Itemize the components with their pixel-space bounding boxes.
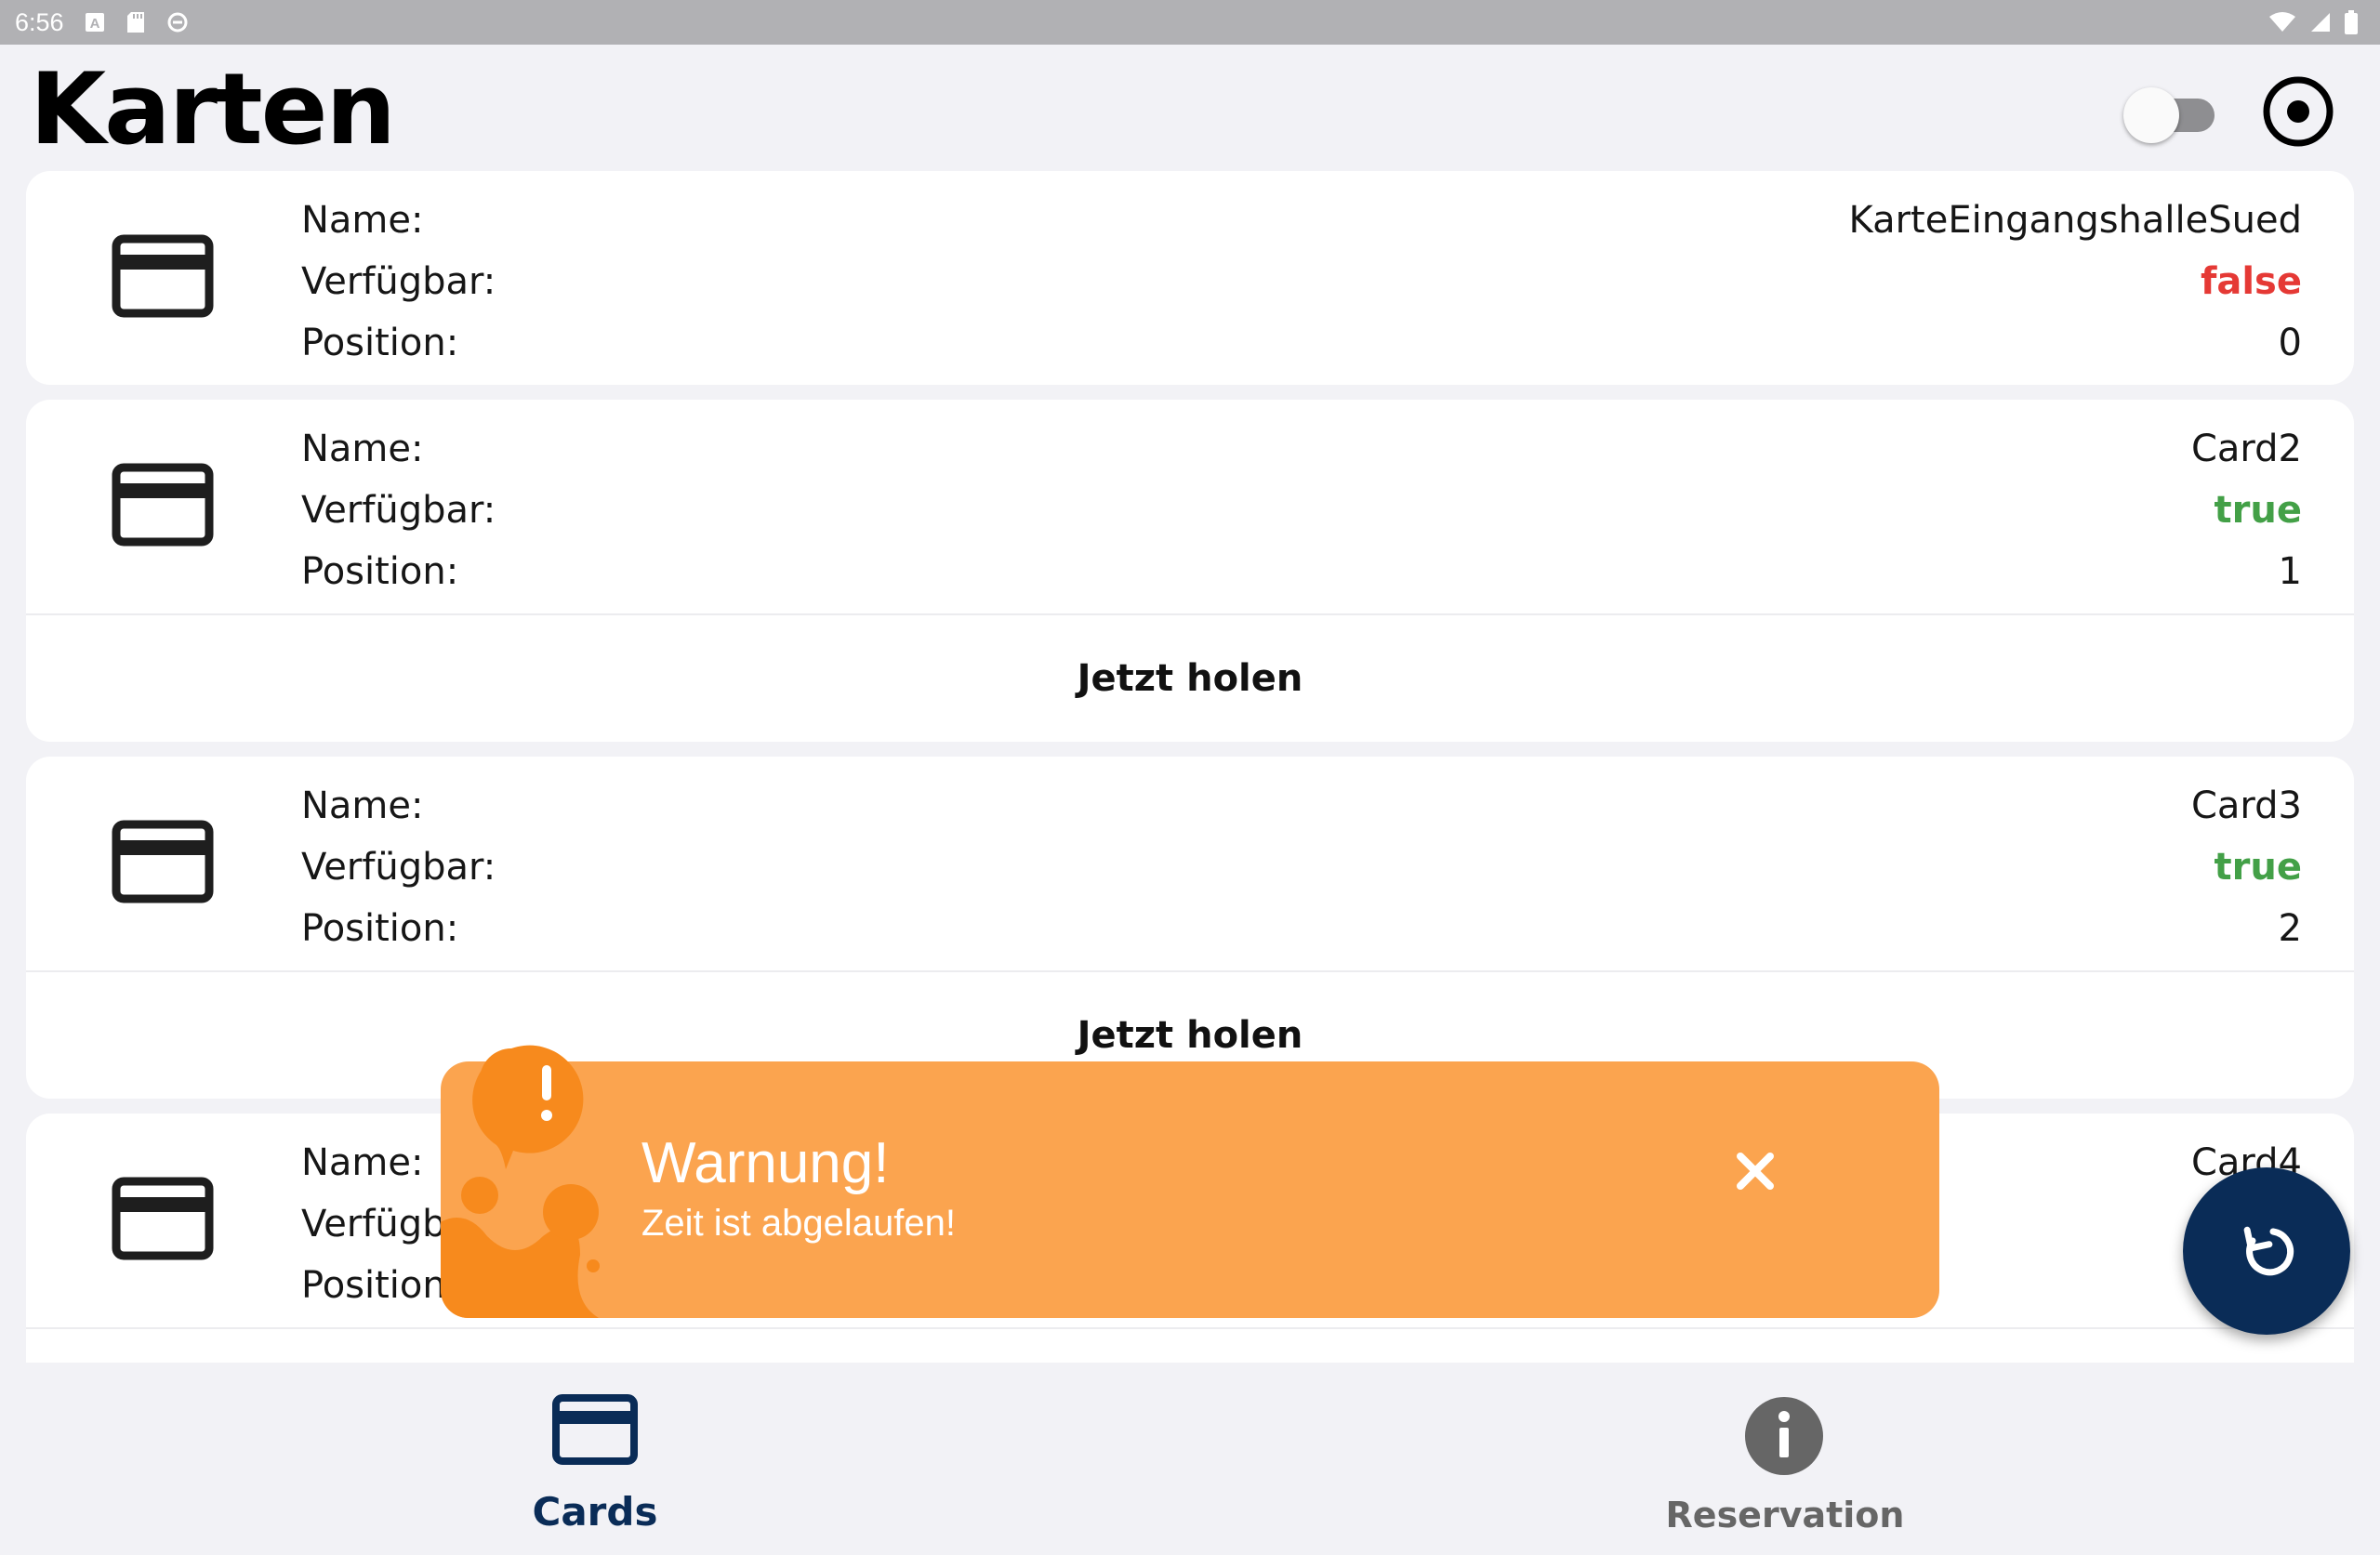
wifi-icon [2269,12,2295,32]
card-available-value: true [2214,846,2302,889]
card-available-value: true [2214,489,2302,532]
card-position-value: 1 [2278,550,2302,593]
card-info: Name: Card3 Verfügbar: true Position: 2 [26,757,2354,970]
status-bar-left: 6:56 A [15,8,189,37]
available-label: Verfügbar: [301,260,496,303]
app-screen: 6:56 A Karten Name: KarteEingangshalleSu… [0,0,2380,1555]
card-name-row: Name: KarteEingangshalleSued [301,190,2302,251]
card-position-row: Position: 2 [301,898,2302,959]
name-label: Name: [301,199,424,242]
warning-bubble-icon [441,1045,600,1318]
card-available-value: false [2200,260,2302,303]
card-available-row: Verfügbar: false [301,251,2302,312]
toast-message: Zeit ist abgelaufen! [641,1203,956,1244]
credit-card-icon [552,1394,638,1465]
card-name-row: Name: Card2 [301,418,2302,480]
toggle-knob [2123,87,2179,143]
position-label: Position: [301,550,459,593]
position-label: Position: [301,907,459,950]
credit-card-icon [112,820,214,903]
nav-tab-cards[interactable]: Cards [0,1363,1190,1555]
card-position-row: Position: 0 [301,312,2302,374]
sd-card-icon [126,12,144,33]
available-label: Verfügbar: [301,846,496,889]
page-title: Karten [30,52,396,166]
card-position-value: 0 [2278,322,2302,364]
close-icon[interactable] [1727,1143,1783,1199]
warning-toast: Warnung! Zeit ist abgelaufen! [441,1045,1939,1318]
name-label: Name: [301,428,424,470]
battery-icon [2345,10,2358,34]
card-item: Name: Card2 Verfügbar: true Position: 1 … [26,400,2354,742]
card-position-value: 2 [2278,907,2302,950]
keyboard-notification-icon: A [85,13,104,32]
card-item: Name: Card3 Verfügbar: true Position: 2 … [26,757,2354,1099]
card-available-row: Verfügbar: true [301,480,2302,541]
card-info: Name: Card2 Verfügbar: true Position: 1 [26,400,2354,613]
card-divider [26,1327,2354,1329]
get-now-button[interactable]: Jetzt holen [26,615,2354,742]
refresh-icon [2243,1226,2294,1276]
bottom-navigation: Cards Reservation [0,1363,2380,1555]
available-label: Verfügbar: [301,489,496,532]
card-name-value: Card3 [2190,784,2302,827]
nav-label-cards: Cards [532,1489,658,1535]
status-time: 6:56 [15,7,64,36]
position-label: Position: [301,322,459,364]
signal-icon [2311,13,2330,32]
card-name-value: Card2 [2190,428,2302,470]
app-header: Karten [0,45,2380,171]
credit-card-icon [112,1177,214,1260]
info-icon [1745,1397,1823,1475]
card-position-row: Position: 1 [301,541,2302,602]
credit-card-icon [112,234,214,318]
name-label: Name: [301,784,424,827]
position-label: Position: [301,1264,459,1307]
data-saver-icon [167,12,188,33]
credit-card-icon [112,463,214,547]
refresh-button[interactable] [2183,1167,2350,1335]
card-name-value: KarteEingangshalleSued [1848,199,2302,242]
nav-tab-reservation[interactable]: Reservation [1190,1363,2380,1555]
status-bar: 6:56 A [0,0,2380,45]
name-label: Name: [301,1141,424,1184]
card-available-row: Verfügbar: true [301,837,2302,898]
nav-label-reservation: Reservation [1665,1495,1905,1535]
header-toggle-switch[interactable] [2123,82,2231,147]
card-info: Name: KarteEingangshalleSued Verfügbar: … [26,171,2354,385]
svg-text:A: A [89,16,99,32]
toast-title: Warnung! [641,1131,890,1195]
card-name-row: Name: Card3 [301,775,2302,837]
status-bar-right [2268,10,2358,34]
radio-target-icon[interactable] [2252,65,2345,158]
card-item: Name: KarteEingangshalleSued Verfügbar: … [26,171,2354,385]
